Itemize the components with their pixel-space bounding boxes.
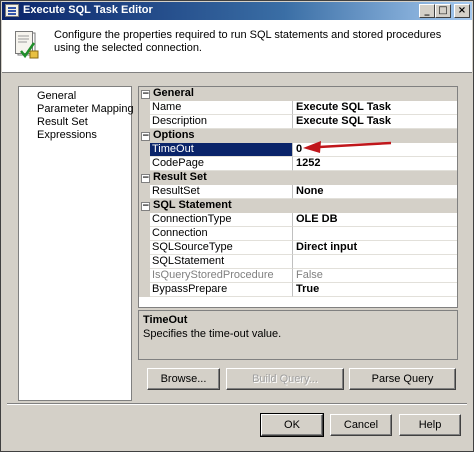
- minimize-button[interactable]: _: [419, 4, 435, 18]
- category-sql-statement[interactable]: − SQL Statement: [139, 199, 457, 213]
- property-row-isquerystoredprocedure: IsQueryStoredProcedure False: [139, 269, 457, 283]
- ok-button[interactable]: OK: [260, 413, 324, 437]
- property-name: SQLStatement: [150, 255, 292, 269]
- page-navigation: General Parameter Mapping Result Set Exp…: [18, 86, 134, 401]
- description-pane: TimeOut Specifies the time-out value.: [138, 310, 458, 360]
- property-value[interactable]: [292, 227, 457, 241]
- browse-button[interactable]: Browse...: [147, 368, 220, 390]
- parse-query-button[interactable]: Parse Query: [349, 368, 456, 390]
- property-value: False: [292, 269, 457, 283]
- annotation-arrow: [303, 141, 392, 153]
- property-value[interactable]: OLE DB: [292, 213, 457, 227]
- description-title: TimeOut: [143, 314, 188, 326]
- collapse-icon[interactable]: −: [141, 202, 150, 211]
- property-name: Description: [150, 115, 292, 129]
- category-label: Options: [153, 129, 195, 141]
- property-row-description[interactable]: Description Execute SQL Task: [139, 115, 457, 129]
- dialog-header: Configure the properties required to run…: [2, 20, 472, 73]
- property-name: ConnectionType: [150, 213, 292, 227]
- property-row-sqlstatement[interactable]: SQLStatement: [139, 255, 457, 269]
- execute-sql-task-editor-window: Execute SQL Task Editor _ □ × Configure …: [0, 0, 474, 452]
- separator: [7, 403, 467, 405]
- property-row-connection[interactable]: Connection: [139, 227, 457, 241]
- property-row-name[interactable]: Name Execute SQL Task: [139, 101, 457, 115]
- nav-item-general[interactable]: General: [37, 90, 76, 102]
- property-name: BypassPrepare: [150, 283, 292, 297]
- property-row-connectiontype[interactable]: ConnectionType OLE DB: [139, 213, 457, 227]
- category-options[interactable]: − Options: [139, 129, 457, 143]
- close-button[interactable]: ×: [454, 4, 470, 18]
- property-value[interactable]: Execute SQL Task: [292, 115, 457, 129]
- property-row-sqlsourcetype[interactable]: SQLSourceType Direct input: [139, 241, 457, 255]
- app-icon: [5, 4, 19, 17]
- property-value[interactable]: None: [292, 185, 457, 199]
- property-name: Name: [150, 101, 292, 115]
- category-result-set[interactable]: − Result Set: [139, 171, 457, 185]
- nav-item-result-set[interactable]: Result Set: [37, 116, 88, 128]
- property-value[interactable]: True: [292, 283, 457, 297]
- category-label: General: [153, 87, 194, 99]
- property-name: SQLSourceType: [150, 241, 292, 255]
- category-label: Result Set: [153, 171, 207, 183]
- window-title: Execute SQL Task Editor: [23, 4, 153, 16]
- help-button[interactable]: Help: [399, 414, 461, 436]
- build-query-button: Build Query...: [226, 368, 344, 390]
- category-general[interactable]: − General: [139, 87, 457, 101]
- property-name: CodePage: [150, 157, 292, 171]
- property-value[interactable]: [292, 255, 457, 269]
- description-text: Specifies the time-out value.: [143, 328, 282, 340]
- property-row-timeout[interactable]: TimeOut 0: [139, 143, 457, 157]
- title-bar[interactable]: Execute SQL Task Editor _ □ ×: [2, 2, 472, 20]
- property-name: ResultSet: [150, 185, 292, 199]
- property-value[interactable]: Direct input: [292, 241, 457, 255]
- property-name: TimeOut: [150, 143, 292, 157]
- property-grid: − General Name Execute SQL Task Descript…: [138, 86, 458, 308]
- nav-item-parameter-mapping[interactable]: Parameter Mapping: [37, 103, 134, 115]
- nav-item-expressions[interactable]: Expressions: [37, 129, 97, 141]
- task-editor-icon: [15, 31, 39, 59]
- property-value[interactable]: 1252: [292, 157, 457, 171]
- property-row-resultset[interactable]: ResultSet None: [139, 185, 457, 199]
- maximize-button[interactable]: □: [435, 4, 451, 18]
- collapse-icon[interactable]: −: [141, 132, 150, 141]
- property-row-bypassprepare[interactable]: BypassPrepare True: [139, 283, 457, 297]
- category-label: SQL Statement: [153, 199, 232, 211]
- header-description: Configure the properties required to run…: [54, 29, 442, 54]
- property-name: IsQueryStoredProcedure: [150, 269, 292, 283]
- property-value[interactable]: Execute SQL Task: [292, 101, 457, 115]
- collapse-icon[interactable]: −: [141, 174, 150, 183]
- property-row-codepage[interactable]: CodePage 1252: [139, 157, 457, 171]
- collapse-icon[interactable]: −: [141, 90, 150, 99]
- property-name: Connection: [150, 227, 292, 241]
- cancel-button[interactable]: Cancel: [330, 414, 392, 436]
